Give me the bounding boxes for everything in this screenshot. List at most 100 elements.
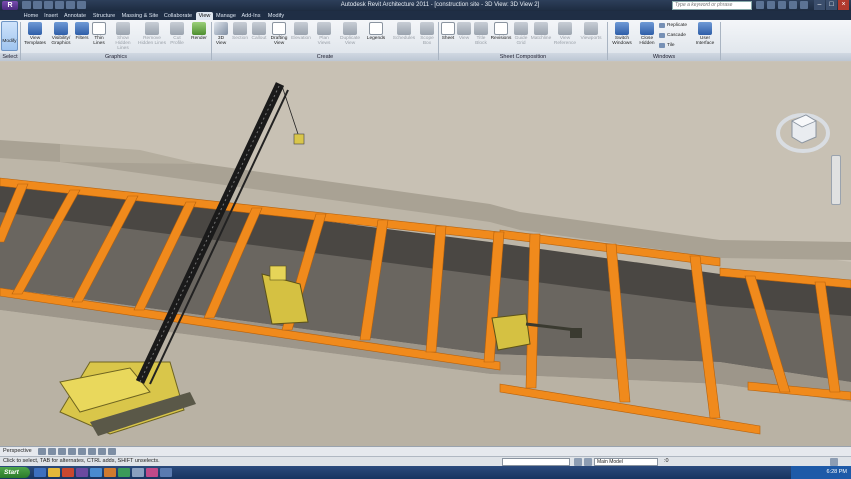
viewports-button[interactable]: Viewports xyxy=(579,22,603,52)
button-label: Replicate xyxy=(667,23,687,28)
sheet-button[interactable]: Sheet xyxy=(440,22,456,52)
active-workset-dropdown[interactable]: Main Model xyxy=(594,458,658,466)
button-label: 3D View xyxy=(215,36,227,46)
tab-collaborate[interactable]: Collaborate xyxy=(162,12,194,20)
app-icon[interactable] xyxy=(118,468,130,477)
open-icon[interactable] xyxy=(22,1,31,9)
sheet-icon xyxy=(441,22,455,35)
button-label: Remove Hidden Lines xyxy=(138,36,167,46)
measure-icon[interactable] xyxy=(66,1,75,9)
worksets-icon[interactable] xyxy=(584,458,592,466)
temporary-hide-icon[interactable] xyxy=(98,448,106,455)
filter-icon[interactable] xyxy=(830,458,838,466)
render-button[interactable]: Render xyxy=(189,22,209,52)
panel-create-label: Create xyxy=(316,54,334,60)
tab-home[interactable]: Home xyxy=(22,12,40,20)
tab-add-ins[interactable]: Add-Ins xyxy=(239,12,263,20)
render-dialog-icon[interactable] xyxy=(68,448,76,455)
reveal-hidden-icon[interactable] xyxy=(108,448,116,455)
communication-icon[interactable] xyxy=(778,1,786,9)
modify-button[interactable]: Modify xyxy=(1,21,18,51)
replicate-button[interactable]: Replicate xyxy=(659,23,687,28)
minimize-button[interactable]: – xyxy=(814,0,825,10)
show-hidden-lines-button[interactable]: Show Hidden Lines xyxy=(110,22,136,52)
button-label: Cut Profile xyxy=(170,36,184,46)
user-interface-button[interactable]: User Interface xyxy=(693,22,717,52)
view-reference-button[interactable]: View Reference xyxy=(553,22,577,52)
crop-view-icon[interactable] xyxy=(88,448,96,455)
tile-button[interactable]: Tile xyxy=(659,43,675,48)
application-menu-button[interactable]: R xyxy=(2,1,18,10)
button-label: User Interface xyxy=(695,36,715,46)
revit-icon[interactable] xyxy=(76,468,88,477)
switch-windows-button[interactable]: Switch Windows xyxy=(610,22,634,52)
button-label: Drafting View xyxy=(270,36,288,46)
redo-icon[interactable] xyxy=(55,1,64,9)
tile-icon xyxy=(659,43,665,48)
search-icon[interactable] xyxy=(756,1,764,9)
button-label: Duplicate View xyxy=(340,36,360,46)
save-icon[interactable] xyxy=(33,1,42,9)
visual-style-icon[interactable] xyxy=(38,448,46,455)
guide-grid-button[interactable]: Guide Grid xyxy=(513,22,529,52)
section-button[interactable]: Section xyxy=(231,22,249,52)
drafting-view-button[interactable]: Drafting View xyxy=(268,22,290,52)
tab-massing-site[interactable]: Massing & Site xyxy=(120,12,160,20)
callout-button[interactable]: Callout xyxy=(250,22,268,52)
matchline-button[interactable]: Matchline xyxy=(530,22,552,52)
3d-view-button[interactable]: 3D View xyxy=(213,22,229,52)
cascade-button[interactable]: Cascade xyxy=(659,33,686,38)
undo-icon[interactable] xyxy=(44,1,53,9)
app-icon[interactable] xyxy=(90,468,102,477)
shadows-icon[interactable] xyxy=(58,448,66,455)
search-input[interactable]: Type a keyword or phrase xyxy=(672,1,752,10)
tab-manage[interactable]: Manage xyxy=(215,12,237,20)
help-icon[interactable] xyxy=(800,1,808,9)
3d-viewport[interactable] xyxy=(0,62,851,446)
tab-insert[interactable]: Insert xyxy=(42,12,60,20)
divider xyxy=(20,22,21,60)
button-label: Legends xyxy=(366,36,386,41)
design-options-dropdown[interactable] xyxy=(502,458,570,466)
view-button[interactable]: View xyxy=(457,22,471,52)
filters-button[interactable]: Filters xyxy=(74,22,90,52)
ie-icon[interactable] xyxy=(34,468,46,477)
editable-only-icon[interactable] xyxy=(574,458,582,466)
star-icon[interactable] xyxy=(789,1,797,9)
close-hidden-button[interactable]: Close Hidden xyxy=(636,22,658,52)
tab-annotate[interactable]: Annotate xyxy=(62,12,88,20)
section-icon xyxy=(233,22,247,35)
cut-profile-button[interactable]: Cut Profile xyxy=(168,22,186,52)
media-icon[interactable] xyxy=(62,468,74,477)
schedules-button[interactable]: Schedules xyxy=(392,22,416,52)
start-button[interactable]: Start xyxy=(0,467,30,478)
visibility-graphics-button[interactable]: Visibility/ Graphics xyxy=(49,22,73,52)
tab-modify[interactable]: Modify xyxy=(265,12,287,20)
subscription-icon[interactable] xyxy=(767,1,775,9)
viewcube[interactable] xyxy=(776,105,830,155)
app-icon[interactable] xyxy=(104,468,116,477)
tab-structure[interactable]: Structure xyxy=(90,12,118,20)
app-icon[interactable] xyxy=(132,468,144,477)
elevation-button[interactable]: Elevation xyxy=(291,22,311,52)
sun-path-icon[interactable] xyxy=(48,448,56,455)
sync-icon[interactable] xyxy=(77,1,86,9)
navigation-bar[interactable] xyxy=(831,155,841,205)
tab-view[interactable]: View xyxy=(196,12,213,20)
scope-box-button[interactable]: Scope Box xyxy=(418,22,436,52)
thin-lines-button[interactable]: Thin Lines xyxy=(91,22,107,52)
revisions-button[interactable]: Revisions xyxy=(490,22,512,52)
legends-button[interactable]: Legends xyxy=(365,22,387,52)
close-hidden-icon xyxy=(640,22,654,35)
app-icon[interactable] xyxy=(160,468,172,477)
lock-3d-view-icon[interactable] xyxy=(78,448,86,455)
duplicate-view-button[interactable]: Duplicate View xyxy=(338,22,362,52)
app-icon[interactable] xyxy=(146,468,158,477)
close-button[interactable]: × xyxy=(838,0,849,10)
maximize-button[interactable]: □ xyxy=(826,0,837,10)
title-block-button[interactable]: Title Block xyxy=(472,22,490,52)
plan-views-button[interactable]: Plan Views xyxy=(315,22,333,52)
view-templates-button[interactable]: View Templates xyxy=(23,22,47,52)
folder-icon[interactable] xyxy=(48,468,60,477)
remove-hidden-lines-button[interactable]: Remove Hidden Lines xyxy=(138,22,166,52)
